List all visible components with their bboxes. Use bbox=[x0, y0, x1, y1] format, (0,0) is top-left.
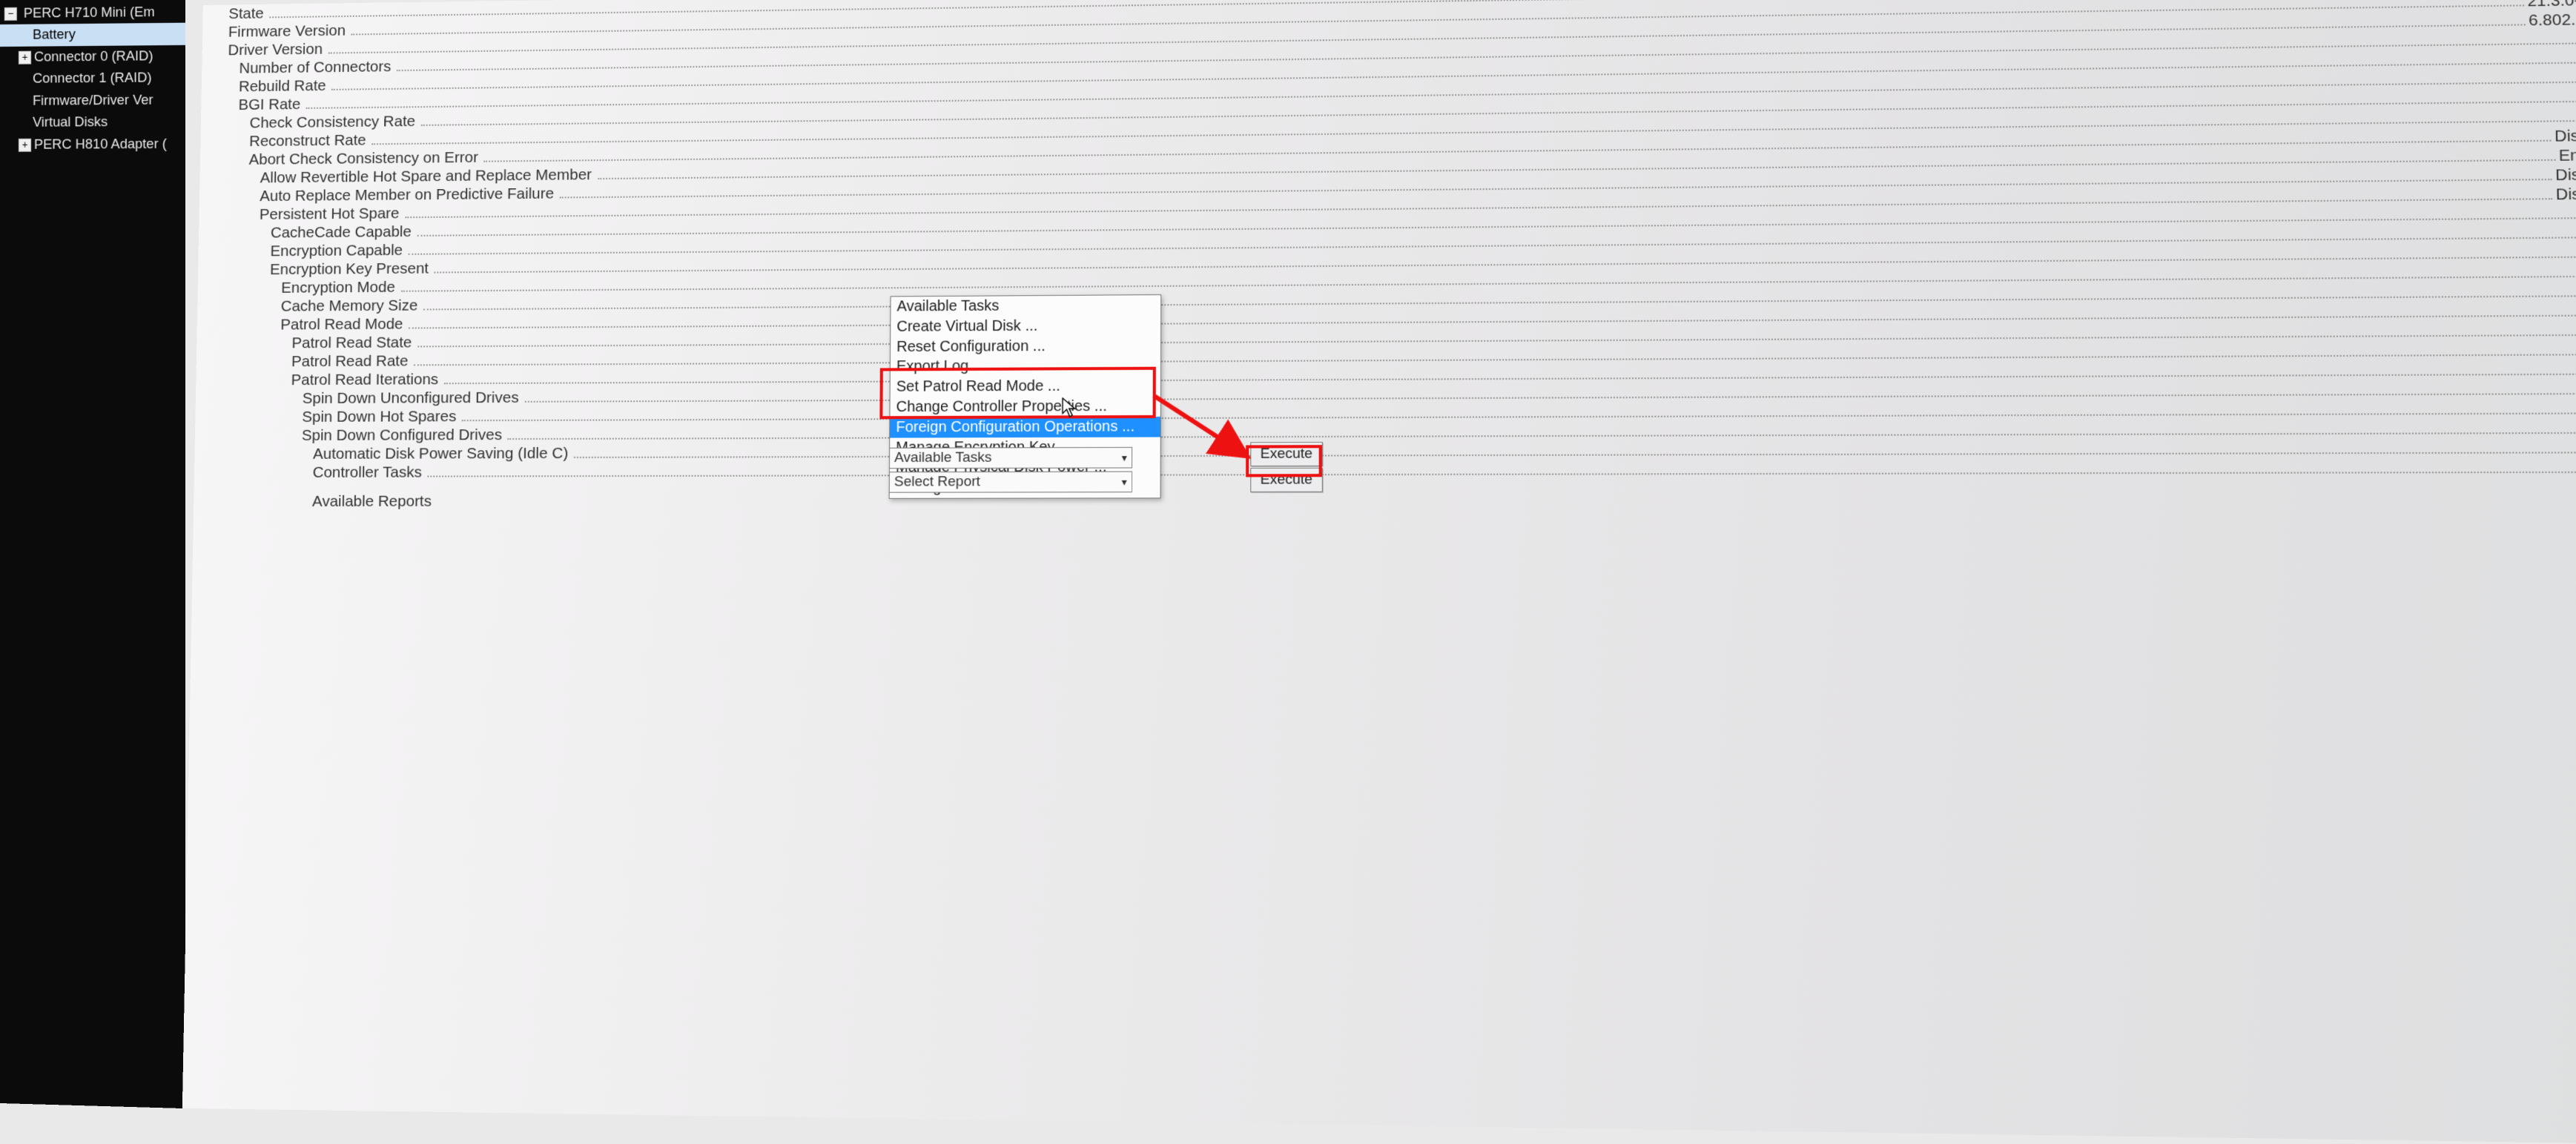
controller-tasks-select-value: Available Tasks bbox=[894, 449, 992, 466]
available-reports-select-value: Select Report bbox=[894, 474, 980, 491]
property-label: BGI Rate bbox=[238, 96, 303, 114]
property-label: Patrol Read State bbox=[291, 334, 415, 352]
tree-node-0[interactable]: Battery bbox=[0, 23, 185, 47]
tree-node-label: Battery bbox=[33, 27, 76, 43]
property-label: Rebuild Rate bbox=[239, 77, 329, 96]
property-label: Patrol Read Rate bbox=[291, 352, 412, 371]
property-label: Persistent Hot Spare bbox=[260, 205, 403, 223]
chevron-down-icon: ▾ bbox=[1122, 475, 1127, 488]
property-label: Reconstruct Rate bbox=[249, 132, 369, 151]
task-option[interactable]: Export Log ... bbox=[891, 356, 1160, 377]
controller-properties-panel: StateReadyFirmware Version21.3.0-0009Dri… bbox=[182, 0, 2576, 1144]
leader-dots bbox=[428, 472, 2576, 477]
tree-node-5[interactable]: +PERC H810 Adapter ( bbox=[0, 133, 185, 156]
property-label: Spin Down Configured Drives bbox=[302, 426, 505, 445]
property-label: Spin Down Hot Spares bbox=[302, 408, 459, 426]
property-value: Disabled bbox=[2555, 165, 2576, 185]
expand-icon[interactable]: + bbox=[19, 51, 31, 65]
tree-node-label: Connector 0 (RAID) bbox=[34, 48, 153, 65]
chevron-down-icon: ▾ bbox=[1122, 452, 1127, 464]
property-value: 21.3.0-0009 bbox=[2527, 0, 2576, 11]
leader-dots bbox=[574, 452, 2576, 458]
task-option[interactable]: Create Virtual Disk ... bbox=[891, 315, 1160, 337]
tree-node-1[interactable]: +Connector 0 (RAID) bbox=[0, 45, 185, 69]
property-label: Abort Check Consistency on Error bbox=[248, 149, 481, 169]
property-value: Disabled bbox=[2554, 127, 2576, 146]
tree-node-2[interactable]: Connector 1 (RAID) bbox=[0, 67, 185, 90]
tree-root[interactable]: − PERC H710 Mini (Em bbox=[0, 1, 185, 24]
task-option[interactable]: Set Patrol Read Mode ... bbox=[891, 376, 1160, 397]
task-option[interactable]: Foreign Configuration Operations ... bbox=[890, 417, 1160, 437]
property-label: Firmware Version bbox=[228, 22, 349, 42]
expand-icon[interactable]: + bbox=[19, 138, 31, 151]
execute-button[interactable]: Execute bbox=[1250, 468, 1322, 492]
task-option[interactable]: Available Tasks bbox=[891, 295, 1160, 317]
property-value: Disabled bbox=[2555, 185, 2576, 205]
execute-button[interactable]: Execute bbox=[1250, 442, 1322, 466]
available-reports-select[interactable]: Select Report ▾ bbox=[889, 472, 1132, 493]
task-option[interactable]: Reset Configuration ... bbox=[891, 336, 1160, 357]
tree-node-label: PERC H810 Adapter ( bbox=[34, 136, 167, 152]
tree-node-label: Firmware/Driver Ver bbox=[33, 92, 153, 108]
available-reports-label: Available Reports bbox=[312, 493, 435, 511]
tree-node-label: Virtual Disks bbox=[33, 114, 108, 130]
property-label: Driver Version bbox=[228, 41, 326, 59]
property-label: Controller Tasks bbox=[312, 463, 424, 481]
property-label: Encryption Mode bbox=[281, 279, 398, 297]
property-label: Number of Connectors bbox=[239, 58, 394, 77]
property-label: Auto Replace Member on Predictive Failur… bbox=[260, 185, 557, 206]
property-label: Patrol Read Mode bbox=[280, 316, 406, 334]
tree-node-4[interactable]: Virtual Disks bbox=[0, 111, 185, 134]
collapse-icon[interactable]: − bbox=[4, 7, 17, 21]
property-value: 6.802.19.00 bbox=[2529, 10, 2576, 30]
property-label: Encryption Capable bbox=[270, 242, 406, 260]
leader-dots bbox=[508, 432, 2576, 440]
tree-node-3[interactable]: Firmware/Driver Ver bbox=[0, 89, 185, 112]
property-label: Encryption Key Present bbox=[270, 260, 432, 279]
property-label: Check Consistency Rate bbox=[249, 113, 418, 132]
property-label: State bbox=[228, 5, 267, 23]
property-label: CacheCade Capable bbox=[271, 223, 415, 242]
property-label: Cache Memory Size bbox=[281, 297, 421, 316]
nav-tree: − PERC H710 Mini (Em Battery+Connector 0… bbox=[0, 0, 185, 1108]
controller-tasks-select[interactable]: Available Tasks ▾ bbox=[889, 447, 1132, 469]
property-label: Automatic Disk Power Saving (Idle C) bbox=[313, 445, 571, 463]
task-option[interactable]: Change Controller Properties ... bbox=[890, 396, 1160, 417]
tree-root-label: PERC H710 Mini (Em bbox=[24, 4, 155, 22]
property-label: Patrol Read Iterations bbox=[291, 371, 441, 389]
tree-node-label: Connector 1 (RAID) bbox=[33, 70, 152, 87]
property-value: Enabled bbox=[2558, 146, 2576, 165]
property-label: Spin Down Unconfigured Drives bbox=[303, 389, 522, 408]
